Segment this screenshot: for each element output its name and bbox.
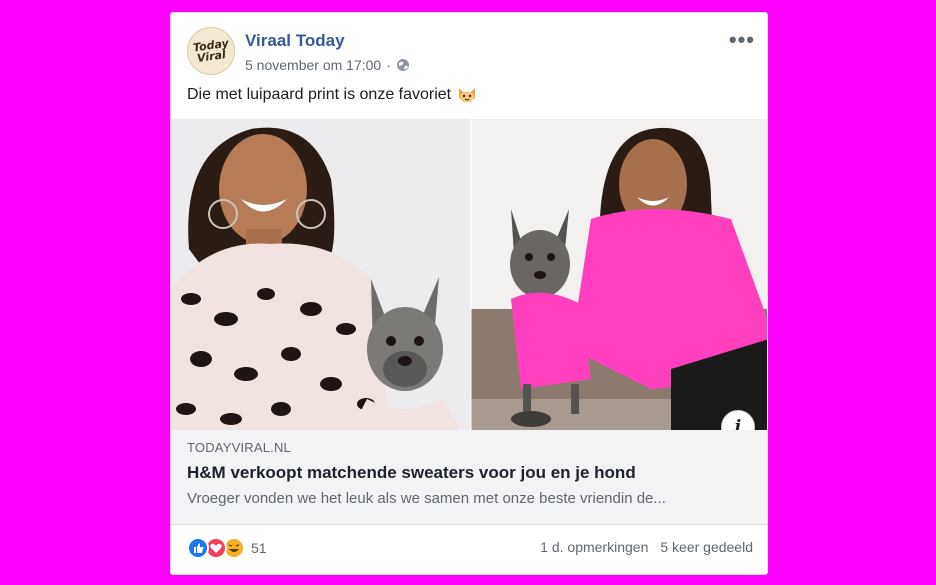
- post-text-content: Die met luipaard print is onze favoriet: [187, 86, 452, 103]
- globe-icon[interactable]: [396, 58, 410, 72]
- page-avatar[interactable]: Today Viral: [187, 27, 235, 75]
- post-meta: 5 november om 17:00 ·: [245, 57, 410, 73]
- link-description: Vroeger vonden we het leuk als we samen …: [187, 490, 666, 507]
- dot-separator: ·: [386, 57, 391, 73]
- link-headline[interactable]: H&M verkoopt matchende sweaters voor jou…: [187, 463, 636, 483]
- link-domain: TODAYVIRAL.NL: [187, 440, 291, 455]
- post-header: Today Viral Viraal Today 5 november om 1…: [187, 25, 754, 75]
- engagement-counts: 1 d. opmerkingen 5 keer gedeeld: [540, 539, 753, 555]
- post-image[interactable]: i: [171, 119, 767, 430]
- link-preview[interactable]: TODAYVIRAL.NL H&M verkoopt matchende swe…: [171, 430, 767, 525]
- shares-count-link[interactable]: 5 keer gedeeld: [660, 539, 753, 555]
- avatar-logo-text-2: Viral: [195, 48, 227, 65]
- post-text: Die met luipaard print is onze favoriet: [187, 86, 477, 104]
- facebook-post-card: Today Viral Viraal Today 5 november om 1…: [170, 12, 768, 575]
- post-timestamp[interactable]: 5 november om 17:00: [245, 57, 381, 73]
- like-icon: [187, 537, 209, 559]
- comments-count-link[interactable]: 1 d. opmerkingen: [540, 539, 648, 555]
- cat-face-emoji: [457, 86, 477, 104]
- reaction-count: 51: [251, 540, 267, 556]
- reactions-summary[interactable]: 51: [187, 537, 267, 559]
- post-footer: 51 1 d. opmerkingen 5 keer gedeeld: [187, 535, 753, 561]
- more-options-button[interactable]: •••: [729, 29, 755, 51]
- page-name-link[interactable]: Viraal Today: [245, 31, 345, 51]
